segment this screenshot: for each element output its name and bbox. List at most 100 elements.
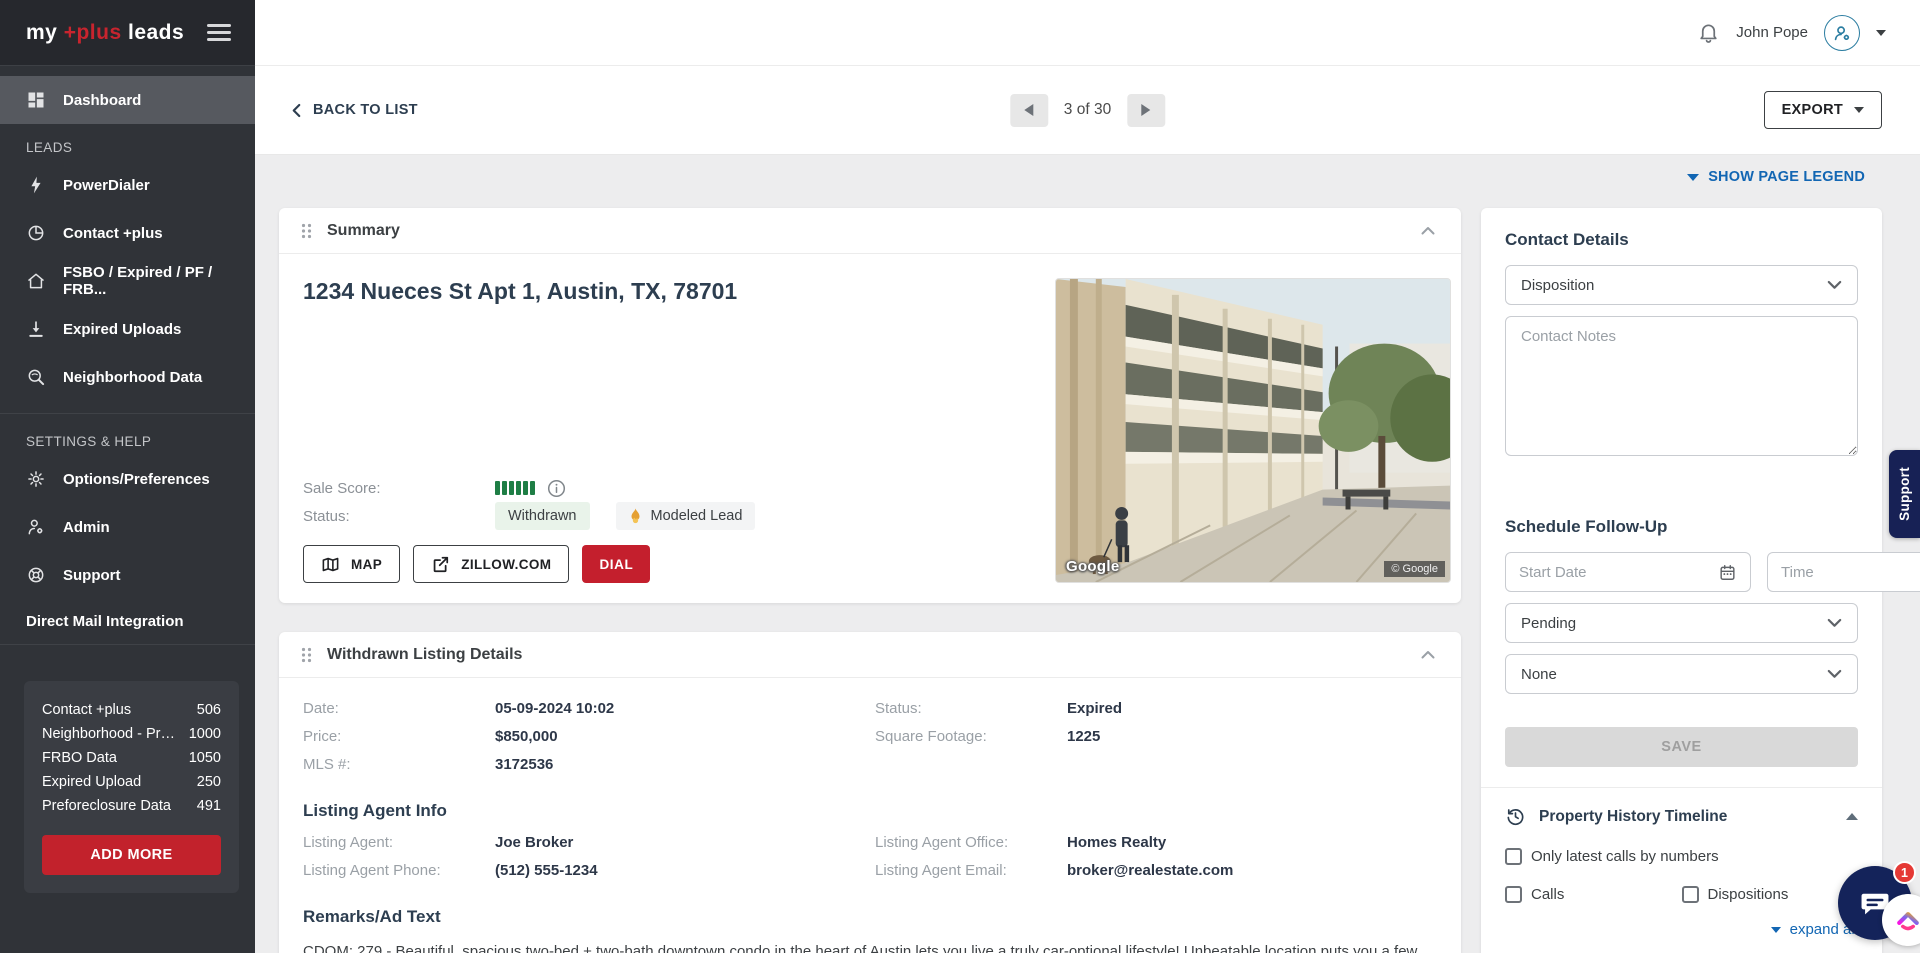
latest-calls-checkbox-row: Only latest calls by numbers bbox=[1505, 848, 1858, 865]
drag-handle-icon[interactable] bbox=[301, 223, 312, 239]
clickup-logo[interactable] bbox=[1882, 894, 1920, 946]
sidebar-item-direct-mail[interactable]: Direct Mail Integration bbox=[0, 599, 255, 643]
stat-label: Expired Upload bbox=[42, 770, 141, 794]
field-row: MLS #:3172536 bbox=[303, 756, 875, 779]
dispositions-checkbox-row: Dispositions bbox=[1682, 886, 1789, 903]
arrow-right-icon bbox=[1142, 104, 1151, 116]
support-tab-label: Support bbox=[1897, 467, 1912, 521]
listing-fields-left: Date:05-09-2024 10:02 Price:$850,000 MLS… bbox=[303, 700, 875, 784]
sidebar-item-dashboard[interactable]: Dashboard bbox=[0, 76, 255, 124]
property-address: 1234 Nueces St Apt 1, Austin, TX, 78701 bbox=[303, 278, 1021, 305]
sidebar-item-neighborhood-data[interactable]: Neighborhood Data bbox=[0, 353, 255, 401]
sidebar-item-powerdialer[interactable]: PowerDialer bbox=[0, 161, 255, 209]
field-label: MLS #: bbox=[303, 756, 495, 773]
support-tab[interactable]: Support bbox=[1889, 450, 1920, 538]
field-label: Listing Agent Office: bbox=[875, 834, 1067, 851]
arrow-left-icon bbox=[1024, 104, 1033, 116]
calls-checkbox-row: Calls bbox=[1505, 886, 1682, 903]
start-date-input[interactable] bbox=[1519, 564, 1718, 581]
sidebar-item-label: PowerDialer bbox=[63, 177, 150, 194]
bell-icon[interactable] bbox=[1697, 21, 1720, 44]
drag-handle-icon[interactable] bbox=[301, 647, 312, 663]
timeline-collapse-icon[interactable] bbox=[1846, 813, 1858, 820]
info-icon[interactable] bbox=[547, 479, 566, 498]
legend-row: SHOW PAGE LEGEND bbox=[279, 155, 1882, 199]
sidebar-item-contact-plus[interactable]: Contact +plus bbox=[0, 209, 255, 257]
dispositions-checkbox[interactable] bbox=[1682, 886, 1699, 903]
chevron-down-icon bbox=[1827, 618, 1842, 628]
page-indicator: 3 of 30 bbox=[1064, 101, 1111, 119]
zillow-button[interactable]: ZILLOW.COM bbox=[413, 545, 569, 583]
sidebar-nav: Dashboard LEADS PowerDialer Contact +plu… bbox=[0, 66, 255, 643]
export-button[interactable]: EXPORT bbox=[1764, 91, 1882, 129]
status-badge: Withdrawn bbox=[495, 502, 590, 530]
calls-label: Calls bbox=[1531, 886, 1564, 903]
summary-collapse-button[interactable] bbox=[1417, 222, 1439, 239]
sidebar-item-label: Neighborhood Data bbox=[63, 369, 202, 386]
avatar[interactable] bbox=[1824, 15, 1860, 51]
chevron-up-icon bbox=[1421, 226, 1435, 235]
sidebar-item-support[interactable]: Support bbox=[0, 551, 255, 599]
filter-checkbox-row: Calls Dispositions bbox=[1505, 886, 1858, 903]
brand-my: my bbox=[26, 21, 57, 44]
lightning-icon bbox=[26, 175, 46, 195]
admin-user-icon bbox=[26, 517, 46, 537]
date-time-row bbox=[1505, 552, 1858, 592]
stat-label: Preforeclosure Data bbox=[42, 794, 171, 818]
time-field[interactable] bbox=[1767, 552, 1920, 592]
street-view-photo[interactable]: Google © Google bbox=[1055, 278, 1451, 583]
sidebar-item-label: FSBO / Expired / PF / FRB... bbox=[63, 264, 229, 298]
stat-value: 1050 bbox=[189, 746, 221, 770]
prev-record-button[interactable] bbox=[1010, 94, 1048, 127]
disposition-select[interactable]: Disposition bbox=[1505, 265, 1858, 305]
followup-status-select[interactable]: Pending bbox=[1505, 603, 1858, 643]
contact-notes-input[interactable] bbox=[1505, 316, 1858, 456]
chat-badge: 1 bbox=[1893, 861, 1916, 884]
calendar-icon[interactable] bbox=[1718, 563, 1737, 582]
chat-button[interactable]: 1 bbox=[1838, 866, 1912, 940]
map-label: MAP bbox=[351, 557, 382, 572]
latest-calls-checkbox[interactable] bbox=[1505, 848, 1522, 865]
agent-fields-left: Listing Agent:Joe Broker Listing Agent P… bbox=[303, 834, 875, 890]
user-menu-caret-icon[interactable] bbox=[1876, 30, 1886, 36]
field-label: Status: bbox=[875, 700, 1067, 717]
calls-checkbox[interactable] bbox=[1505, 886, 1522, 903]
field-value: $850,000 bbox=[495, 728, 558, 745]
street-view-scene bbox=[1056, 279, 1450, 582]
sidebar-item-label: Dashboard bbox=[63, 92, 141, 109]
sidebar-item-fsbo-expired[interactable]: FSBO / Expired / PF / FRB... bbox=[0, 257, 255, 305]
sidebar-item-label: Admin bbox=[63, 519, 110, 536]
map-button[interactable]: MAP bbox=[303, 545, 400, 583]
latest-calls-label: Only latest calls by numbers bbox=[1531, 848, 1719, 865]
status-label: Status: bbox=[303, 508, 495, 525]
agent-fields: Listing Agent:Joe Broker Listing Agent P… bbox=[303, 834, 1437, 890]
sidebar-item-label: Options/Preferences bbox=[63, 471, 210, 488]
add-more-button[interactable]: ADD MORE bbox=[42, 835, 221, 875]
listing-details-collapse-button[interactable] bbox=[1417, 646, 1439, 663]
summary-title: Summary bbox=[327, 222, 400, 240]
followup-type-select[interactable]: None bbox=[1505, 654, 1858, 694]
time-input[interactable] bbox=[1781, 564, 1920, 581]
listing-fields: Date:05-09-2024 10:02 Price:$850,000 MLS… bbox=[303, 700, 1437, 784]
start-date-field[interactable] bbox=[1505, 552, 1751, 592]
chevron-up-icon bbox=[1421, 650, 1435, 659]
sidebar-item-options-preferences[interactable]: Options/Preferences bbox=[0, 455, 255, 503]
contact-panel: Contact Details Disposition Schedule Fol… bbox=[1481, 208, 1882, 953]
brand-logo[interactable]: my +plus leads bbox=[26, 21, 184, 45]
back-to-list-button[interactable]: BACK TO LIST bbox=[291, 102, 418, 118]
sidebar-item-expired-uploads[interactable]: Expired Uploads bbox=[0, 305, 255, 353]
field-value: Expired bbox=[1067, 700, 1122, 717]
sidebar-item-admin[interactable]: Admin bbox=[0, 503, 255, 551]
stat-label: FRBO Data bbox=[42, 746, 117, 770]
field-row: Square Footage:1225 bbox=[875, 728, 1447, 751]
sidebar-divider bbox=[0, 413, 255, 414]
next-record-button[interactable] bbox=[1127, 94, 1165, 127]
listing-details-body: Date:05-09-2024 10:02 Price:$850,000 MLS… bbox=[279, 678, 1461, 953]
dial-button[interactable]: DIAL bbox=[582, 545, 650, 583]
save-button[interactable]: SAVE bbox=[1505, 727, 1858, 767]
modeled-lead-label: Modeled Lead bbox=[651, 508, 743, 524]
show-page-legend-link[interactable]: SHOW PAGE LEGEND bbox=[1687, 169, 1865, 185]
main-area: John Pope BACK TO LIST 3 of 30 EXPORT bbox=[255, 0, 1920, 953]
topbar: John Pope bbox=[255, 0, 1920, 66]
menu-toggle-icon[interactable] bbox=[207, 20, 231, 46]
